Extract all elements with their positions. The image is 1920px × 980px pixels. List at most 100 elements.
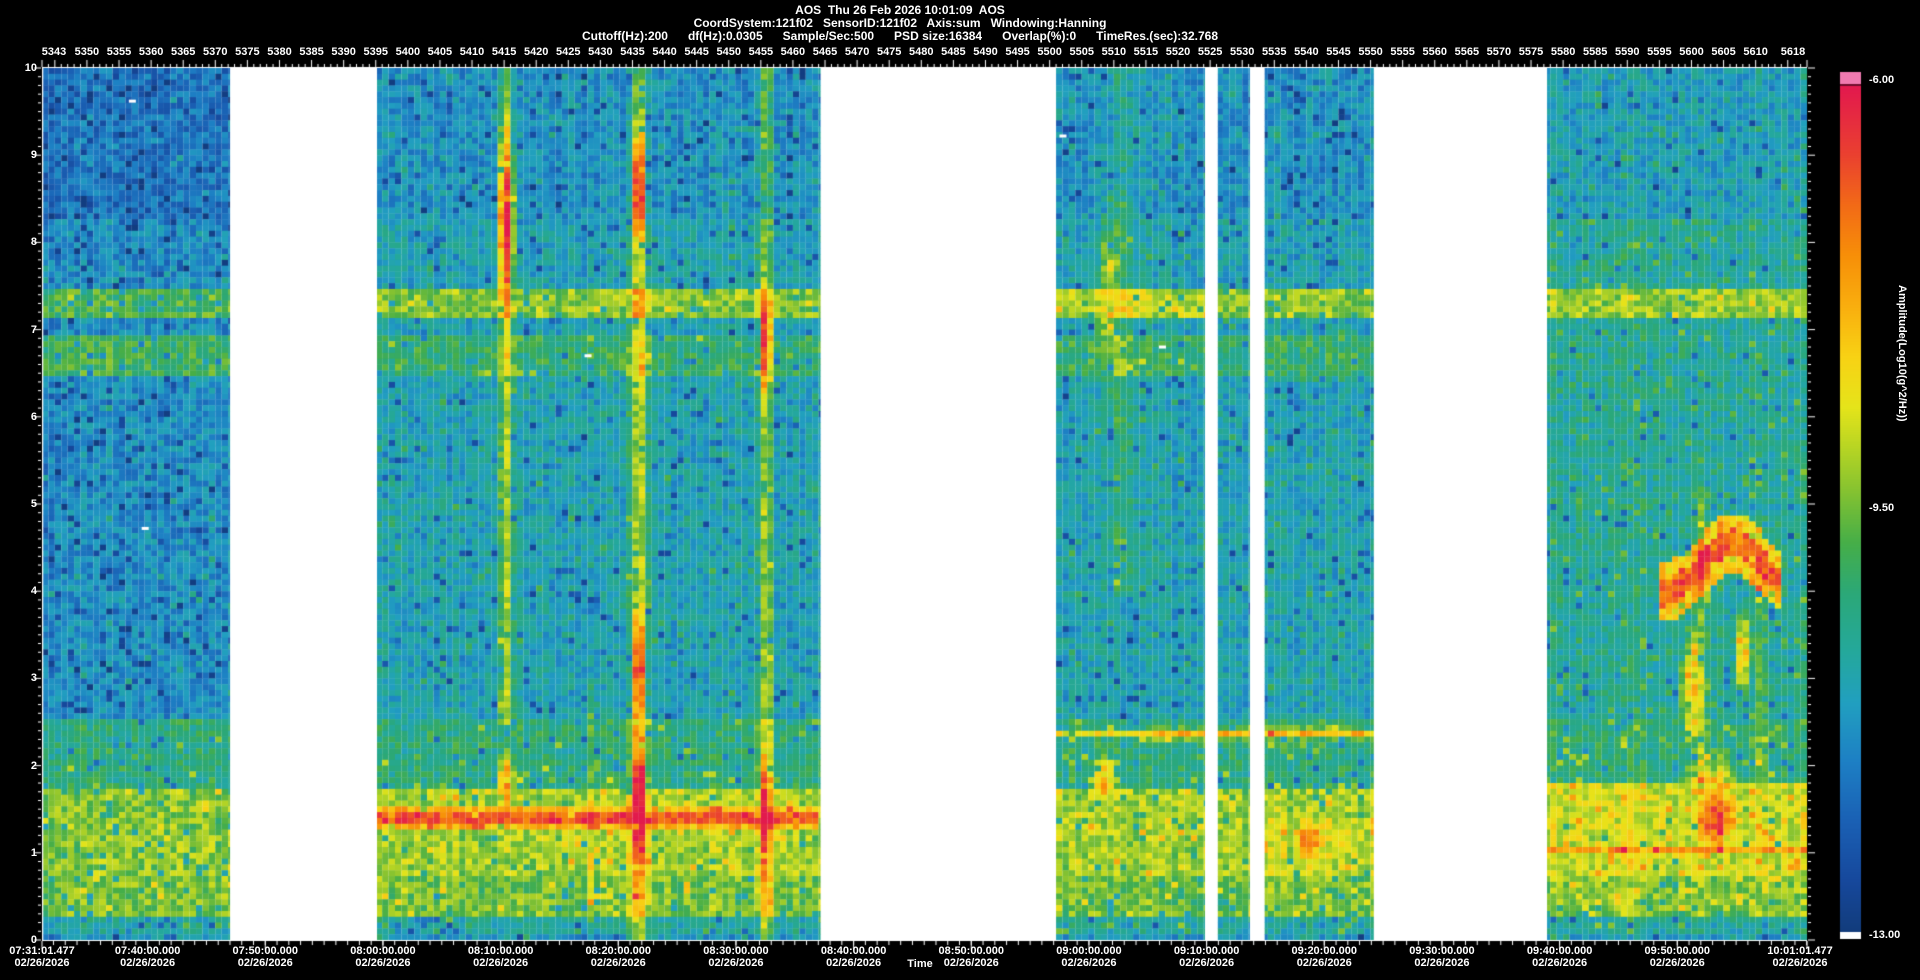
bottom-axis-time-label: 08:00:00.000 xyxy=(350,945,416,957)
x-axis-title: Time xyxy=(907,958,933,970)
top-axis-tick-label: 5455 xyxy=(748,46,774,58)
top-axis-tick-label: 5560 xyxy=(1422,46,1447,58)
top-axis-tick-label: 5580 xyxy=(1550,46,1576,58)
top-axis-tick-label: 5435 xyxy=(620,46,645,58)
bottom-axis-date-label: 02/26/2026 xyxy=(1772,957,1828,969)
top-axis-tick-label: 5465 xyxy=(812,46,838,58)
colorbar-tick-max: -6.00 xyxy=(1869,74,1895,86)
bottom-axis-time-label: 07:31:01.477 xyxy=(9,945,75,957)
top-axis-tick-label: 5355 xyxy=(106,46,132,58)
top-axis-tick-label: 5365 xyxy=(170,46,196,58)
y-axis-tick-label: 2 xyxy=(30,759,37,772)
top-axis-tick-label: 5610 xyxy=(1743,46,1768,58)
top-axis-tick-label: 5510 xyxy=(1101,46,1127,58)
top-axis-tick-label: 5395 xyxy=(363,46,388,58)
y-axis-tick-label: 3 xyxy=(30,672,37,685)
spectrogram-canvas xyxy=(0,0,1920,980)
top-axis-tick-label: 5385 xyxy=(299,46,324,58)
top-axis-tick-label: 5415 xyxy=(491,46,517,58)
colorbar-axis-title: Amplitude(Log10(g^2/Hz)) xyxy=(1896,285,1908,422)
top-axis-tick-label: 5570 xyxy=(1486,46,1512,58)
bottom-axis-time-label: 07:50:00.000 xyxy=(232,945,298,957)
top-axis-tick-label: 5445 xyxy=(684,46,709,58)
top-axis-tick-label: 5370 xyxy=(203,46,228,58)
top-axis-tick-label: 5565 xyxy=(1454,46,1480,58)
top-axis-tick-label: 5425 xyxy=(556,46,581,58)
top-axis-tick-label: 5595 xyxy=(1647,46,1672,58)
top-axis-tick-label: 5515 xyxy=(1133,46,1159,58)
y-axis-tick-label: 4 xyxy=(30,585,37,598)
y-axis-tick-label: 5 xyxy=(30,498,37,510)
top-axis-tick-label: 5495 xyxy=(1005,46,1030,58)
y-axis-tick-label: 8 xyxy=(30,236,37,249)
bottom-axis-time-label: 08:20:00.000 xyxy=(585,945,651,957)
top-axis-tick-label: 5430 xyxy=(588,46,613,58)
top-axis-tick-label: 5575 xyxy=(1518,46,1544,58)
top-axis-tick-label: 5485 xyxy=(941,46,966,58)
top-axis-tick-label: 5450 xyxy=(716,46,741,58)
top-axis-tick-label: 5535 xyxy=(1262,46,1287,58)
top-axis-tick-label: 5480 xyxy=(909,46,934,58)
top-axis-tick-label: 5520 xyxy=(1165,46,1191,58)
bottom-axis-time-label: 09:40:00.000 xyxy=(1526,945,1593,957)
top-axis-tick-label: 5420 xyxy=(523,46,549,58)
top-axis-tick-label: 5500 xyxy=(1037,46,1062,58)
top-axis-tick-label: 5343 xyxy=(41,46,67,58)
top-axis-tick-label: 5618 xyxy=(1780,46,1806,58)
top-axis-tick-label: 5475 xyxy=(876,46,902,58)
bottom-axis-date-label: 02/26/2026 xyxy=(708,957,764,969)
top-axis-tick-label: 5530 xyxy=(1229,46,1255,58)
top-axis-tick-label: 5585 xyxy=(1582,46,1608,58)
top-axis-tick-label: 5600 xyxy=(1679,46,1704,58)
bottom-axis-time-label: 07:40:00.000 xyxy=(114,945,181,957)
bottom-axis-time-label: 09:10:00.000 xyxy=(1173,945,1240,957)
bottom-axis-date-label: 02/26/2026 xyxy=(237,957,293,969)
top-axis-tick-label: 5440 xyxy=(652,46,677,58)
top-axis-tick-label: 5360 xyxy=(138,46,164,58)
bottom-axis-time-label: 08:40:00.000 xyxy=(820,945,887,957)
top-axis-tick-label: 5375 xyxy=(235,46,260,58)
bottom-axis-date-label: 02/26/2026 xyxy=(120,957,176,969)
bottom-axis-date-label: 02/26/2026 xyxy=(1649,957,1705,969)
top-axis-tick-label: 5590 xyxy=(1615,46,1640,58)
bottom-axis-time-label: 09:20:00.000 xyxy=(1291,945,1357,957)
bottom-axis-date-label: 02/26/2026 xyxy=(1061,957,1117,969)
bottom-axis-time-label: 08:30:00.000 xyxy=(703,945,769,957)
top-axis-tick-label: 5505 xyxy=(1069,46,1094,58)
top-axis-tick-label: 5470 xyxy=(844,46,870,58)
top-axis-tick-label: 5540 xyxy=(1294,46,1319,58)
top-axis-tick-label: 5380 xyxy=(267,46,292,58)
window-title: AOS Thu 26 Feb 2026 10:01:09 AOS xyxy=(795,3,1005,17)
bottom-axis-time-label: 09:00:00.000 xyxy=(1056,945,1122,957)
bottom-axis-time-label: 10:01:01.477 xyxy=(1767,945,1833,957)
top-axis-tick-label: 5555 xyxy=(1390,46,1415,58)
y-axis-tick-label: 9 xyxy=(30,149,37,162)
bottom-axis-date-label: 02/26/2026 xyxy=(355,957,411,969)
bottom-axis-date-label: 02/26/2026 xyxy=(1532,957,1588,969)
y-axis-tick-label: 7 xyxy=(30,323,37,336)
header-params-line3: Cuttoff(Hz):200 df(Hz):0.0305 Sample/Sec… xyxy=(581,29,1218,43)
bottom-axis-date-label: 02/26/2026 xyxy=(1414,957,1470,969)
bottom-axis-date-label: 02/26/2026 xyxy=(14,957,70,969)
top-axis-tick-label: 5545 xyxy=(1326,46,1351,58)
top-axis-tick-label: 5390 xyxy=(331,46,356,58)
top-axis-tick-label: 5405 xyxy=(427,46,453,58)
bottom-axis-date-label: 02/26/2026 xyxy=(1296,957,1352,969)
top-axis-tick-label: 5460 xyxy=(780,46,806,58)
header-params-line2: CoordSystem:121f02 SensorID:121f02 Axis:… xyxy=(693,16,1107,30)
colorbar-tick-min: -13.00 xyxy=(1869,929,1901,941)
y-axis-tick-label: 10 xyxy=(24,62,37,74)
top-axis-tick-label: 5490 xyxy=(973,46,998,58)
bottom-axis-time-label: 09:50:00.000 xyxy=(1644,945,1710,957)
y-axis-tick-label: 1 xyxy=(30,846,37,859)
top-axis-tick-label: 5550 xyxy=(1358,46,1383,58)
top-axis-tick-label: 5350 xyxy=(74,46,100,58)
bottom-axis-time-label: 08:50:00.000 xyxy=(938,945,1004,957)
top-axis-tick-label: 5410 xyxy=(459,46,485,58)
top-axis-tick-label: 5605 xyxy=(1711,46,1736,58)
colorbar-tick-mid: -9.50 xyxy=(1869,502,1895,514)
bottom-axis-date-label: 02/26/2026 xyxy=(590,957,646,969)
bottom-axis-time-label: 09:30:00.000 xyxy=(1409,945,1475,957)
top-axis-tick-label: 5400 xyxy=(395,46,421,58)
top-axis-tick-label: 5525 xyxy=(1197,46,1223,58)
